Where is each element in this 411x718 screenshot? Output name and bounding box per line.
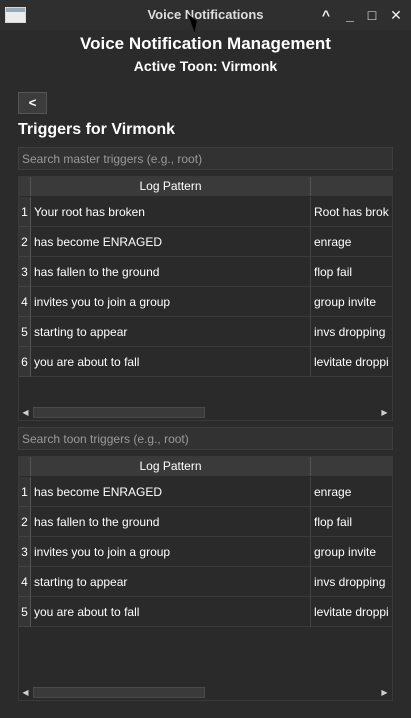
table-header: Log Pattern: [19, 457, 392, 476]
row-number: 4: [19, 287, 31, 317]
maximize-button[interactable]: □: [363, 6, 381, 24]
trigger-name-cell[interactable]: enrage: [311, 227, 392, 257]
minimize-button[interactable]: _: [341, 6, 359, 24]
table-row[interactable]: 2 has fallen to the ground flop fail: [19, 507, 392, 537]
row-number: 5: [19, 597, 31, 627]
row-number: 1: [19, 197, 31, 227]
close-button[interactable]: ✕: [387, 6, 405, 24]
table-header: Log Pattern: [19, 177, 392, 196]
trigger-name-cell[interactable]: group invite: [311, 287, 392, 317]
scroll-left-icon[interactable]: ◀: [21, 408, 30, 417]
row-number: 2: [19, 507, 31, 537]
trigger-name-cell[interactable]: invs dropping: [311, 567, 392, 597]
table-row[interactable]: 1 Your root has broken Root has brok: [19, 197, 392, 227]
trigger-name-cell[interactable]: levitate droppi: [311, 597, 392, 627]
column-header-name[interactable]: [311, 457, 392, 476]
row-number: 2: [19, 227, 31, 257]
back-button[interactable]: <: [18, 92, 47, 114]
trigger-name-cell[interactable]: group invite: [311, 537, 392, 567]
log-pattern-cell[interactable]: starting to appear: [31, 567, 311, 597]
log-pattern-cell[interactable]: has fallen to the ground: [31, 257, 311, 287]
toon-triggers-table: Log Pattern 1 has become ENRAGED enrage …: [18, 456, 393, 701]
trigger-name-cell[interactable]: enrage: [311, 477, 392, 507]
trigger-name-cell[interactable]: flop fail: [311, 257, 392, 287]
log-pattern-cell[interactable]: starting to appear: [31, 317, 311, 347]
trigger-name-cell[interactable]: levitate droppi: [311, 347, 392, 377]
scrollbar-thumb[interactable]: [33, 407, 205, 418]
row-number: 4: [19, 567, 31, 597]
row-number: 3: [19, 257, 31, 287]
log-pattern-cell[interactable]: has fallen to the ground: [31, 507, 311, 537]
trigger-name-cell[interactable]: flop fail: [311, 507, 392, 537]
trigger-name-cell[interactable]: invs dropping: [311, 317, 392, 347]
table-row[interactable]: 5 you are about to fall levitate droppi: [19, 597, 392, 627]
table-row[interactable]: 4 starting to appear invs dropping: [19, 567, 392, 597]
row-number: 5: [19, 317, 31, 347]
section-title: Triggers for Virmonk: [18, 121, 176, 138]
log-pattern-cell[interactable]: you are about to fall: [31, 347, 311, 377]
table-row[interactable]: 3 has fallen to the ground flop fail: [19, 257, 392, 287]
row-number: 1: [19, 477, 31, 507]
column-header-log-pattern[interactable]: Log Pattern: [31, 457, 311, 476]
table-row[interactable]: 2 has become ENRAGED enrage: [19, 227, 392, 257]
trigger-name-cell[interactable]: Root has brok: [311, 197, 392, 227]
log-pattern-cell[interactable]: has become ENRAGED: [31, 477, 311, 507]
scroll-right-icon[interactable]: ▶: [380, 408, 389, 417]
log-pattern-cell[interactable]: invites you to join a group: [31, 537, 311, 567]
horizontal-scrollbar[interactable]: ◀ ▶: [19, 406, 392, 419]
table-corner: [19, 457, 31, 476]
scrollbar-thumb[interactable]: [33, 687, 205, 698]
log-pattern-cell[interactable]: invites you to join a group: [31, 287, 311, 317]
table-row[interactable]: 1 has become ENRAGED enrage: [19, 477, 392, 507]
page-title: Voice Notification Management: [80, 34, 331, 53]
collapse-button[interactable]: ^: [317, 6, 335, 24]
table-row[interactable]: 5 starting to appear invs dropping: [19, 317, 392, 347]
column-header-name[interactable]: [311, 177, 392, 196]
table-row[interactable]: 6 you are about to fall levitate droppi: [19, 347, 392, 377]
row-number: 3: [19, 537, 31, 567]
log-pattern-cell[interactable]: you are about to fall: [31, 597, 311, 627]
column-header-log-pattern[interactable]: Log Pattern: [31, 177, 311, 196]
scroll-left-icon[interactable]: ◀: [21, 688, 30, 697]
table-corner: [19, 177, 31, 196]
table-row[interactable]: 3 invites you to join a group group invi…: [19, 537, 392, 567]
horizontal-scrollbar[interactable]: ◀ ▶: [19, 686, 392, 699]
scroll-right-icon[interactable]: ▶: [380, 688, 389, 697]
log-pattern-cell[interactable]: Your root has broken: [31, 197, 311, 227]
row-number: 6: [19, 347, 31, 377]
active-toon-label: Active Toon: Virmonk: [133, 58, 278, 74]
log-pattern-cell[interactable]: has become ENRAGED: [31, 227, 311, 257]
master-triggers-search-input[interactable]: [18, 147, 393, 170]
master-triggers-table: Log Pattern 1 Your root has broken Root …: [18, 176, 393, 421]
toon-triggers-search-input[interactable]: [18, 427, 393, 450]
table-row[interactable]: 4 invites you to join a group group invi…: [19, 287, 392, 317]
title-bar: Voice Notifications ^ _ □ ✕: [0, 0, 411, 30]
